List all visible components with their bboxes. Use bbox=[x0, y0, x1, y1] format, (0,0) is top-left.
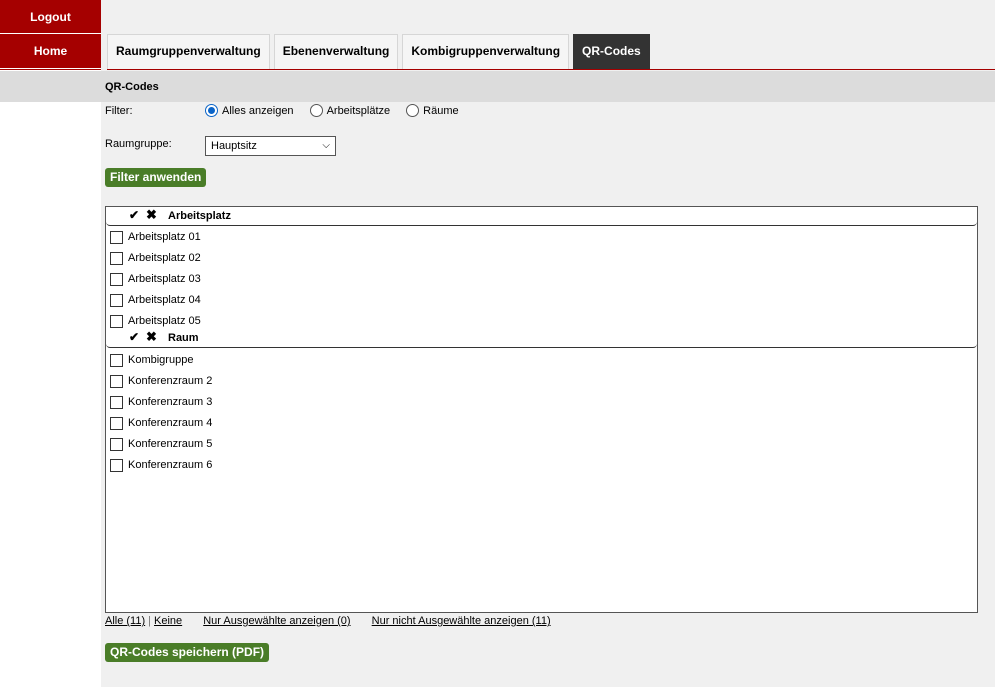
list-item-label: Konferenzraum 2 bbox=[128, 375, 213, 387]
list-item-label: Konferenzraum 6 bbox=[128, 459, 213, 471]
group-title: Arbeitsplatz bbox=[168, 210, 231, 222]
select-all-check-icon[interactable]: ✔ bbox=[129, 208, 139, 222]
select-all-check-icon[interactable]: ✔ bbox=[129, 330, 139, 344]
radio-alles-anzeigen[interactable]: Alles anzeigen bbox=[205, 104, 294, 117]
show-unselected-link[interactable]: Nur nicht Ausgewählte anzeigen (11) bbox=[372, 615, 551, 627]
radio-unchecked-icon bbox=[406, 104, 420, 117]
radio-unchecked-icon bbox=[309, 104, 323, 117]
raumgruppe-label: Raumgruppe: bbox=[105, 138, 172, 150]
top-bar bbox=[101, 0, 995, 34]
list-item-label: Arbeitsplatz 05 bbox=[128, 315, 201, 327]
home-button[interactable]: Home bbox=[0, 34, 101, 68]
checkbox[interactable] bbox=[110, 230, 123, 244]
list-item[interactable]: Arbeitsplatz 02 bbox=[110, 250, 201, 266]
list-item-label: Arbeitsplatz 03 bbox=[128, 273, 201, 285]
list-item-label: Arbeitsplatz 04 bbox=[128, 294, 201, 306]
list-item[interactable]: Arbeitsplatz 05 bbox=[110, 313, 201, 329]
list-item[interactable]: Konferenzraum 2 bbox=[110, 373, 212, 389]
list-item[interactable]: Arbeitsplatz 03 bbox=[110, 271, 201, 287]
show-selected-link[interactable]: Nur Ausgewählte anzeigen (0) bbox=[203, 615, 350, 627]
tab-raumgruppenverwaltung[interactable]: Raumgruppenverwaltung bbox=[107, 34, 270, 69]
left-column: Logout Home bbox=[0, 0, 101, 687]
radio-label: Arbeitsplätze bbox=[326, 104, 391, 117]
list-item-label: Konferenzraum 5 bbox=[128, 438, 213, 450]
list-item-label: Konferenzraum 3 bbox=[128, 396, 213, 408]
select-none-link[interactable]: Keine bbox=[154, 615, 182, 627]
checkbox[interactable] bbox=[110, 374, 123, 388]
radio-label: Räume bbox=[423, 104, 459, 117]
qr-selection-list: ✔ ✖ Arbeitsplatz Arbeitsplatz 01 Arbeits… bbox=[105, 206, 978, 613]
list-item-label: Konferenzraum 4 bbox=[128, 417, 213, 429]
checkbox[interactable] bbox=[110, 272, 123, 286]
list-item[interactable]: Arbeitsplatz 01 bbox=[110, 229, 201, 245]
list-item[interactable]: Konferenzraum 6 bbox=[110, 457, 212, 473]
checkbox[interactable] bbox=[110, 458, 123, 472]
selection-links: Alle (11) | Keine Nur Ausgewählte anzeigen… bbox=[105, 615, 551, 627]
page-title: QR-Codes bbox=[101, 71, 995, 102]
list-item[interactable]: Konferenzraum 3 bbox=[110, 394, 212, 410]
group-header-arbeitsplatz: ✔ ✖ Arbeitsplatz bbox=[106, 207, 977, 226]
save-qr-pdf-button[interactable]: QR-Codes speichern (PDF) bbox=[105, 643, 270, 662]
deselect-all-cross-icon[interactable]: ✖ bbox=[146, 329, 157, 345]
tab-underline bbox=[107, 69, 995, 70]
filter-apply-button[interactable]: Filter anwenden bbox=[105, 168, 207, 187]
main-area: Raumgruppenverwaltung Ebenenverwaltung K… bbox=[101, 0, 995, 687]
list-item-label: Kombigruppe bbox=[128, 354, 194, 366]
tab-qr-codes[interactable]: QR-Codes bbox=[573, 34, 650, 69]
tab-kombigruppenverwaltung[interactable]: Kombigruppenverwaltung bbox=[402, 34, 570, 69]
list-item[interactable]: Konferenzraum 5 bbox=[110, 436, 212, 452]
tab-bar: Raumgruppenverwaltung Ebenenverwaltung K… bbox=[107, 34, 654, 69]
logout-button[interactable]: Logout bbox=[0, 0, 101, 33]
checkbox[interactable] bbox=[110, 314, 123, 328]
list-item[interactable]: Kombigruppe bbox=[110, 352, 193, 368]
checkbox[interactable] bbox=[110, 437, 123, 451]
raumgruppe-select[interactable]: Hauptsitz ⌵ bbox=[205, 136, 336, 156]
filter-label: Filter: bbox=[105, 105, 133, 117]
list-item[interactable]: Konferenzraum 4 bbox=[110, 415, 212, 431]
group-title: Raum bbox=[168, 332, 199, 344]
list-item-label: Arbeitsplatz 02 bbox=[128, 252, 201, 264]
checkbox[interactable] bbox=[110, 395, 123, 409]
deselect-all-cross-icon[interactable]: ✖ bbox=[146, 207, 157, 223]
left-section-band bbox=[0, 71, 101, 102]
checkbox[interactable] bbox=[110, 293, 123, 307]
raumgruppe-value: Hauptsitz bbox=[211, 140, 257, 152]
radio-label: Alles anzeigen bbox=[222, 104, 294, 117]
link-separator: | bbox=[148, 615, 152, 627]
group-header-raum: ✔ ✖ Raum bbox=[106, 329, 977, 348]
checkbox[interactable] bbox=[110, 416, 123, 430]
tab-ebenenverwaltung[interactable]: Ebenenverwaltung bbox=[273, 34, 399, 69]
list-item-label: Arbeitsplatz 01 bbox=[128, 231, 201, 243]
select-all-link[interactable]: Alle (11) bbox=[105, 615, 145, 627]
radio-checked-icon bbox=[205, 104, 218, 117]
filter-radio-group: Alles anzeigen Arbeitsplätze Räume bbox=[205, 104, 475, 117]
chevron-down-icon: ⌵ bbox=[322, 140, 330, 151]
list-item[interactable]: Arbeitsplatz 04 bbox=[110, 292, 201, 308]
left-divider bbox=[0, 69, 101, 70]
checkbox[interactable] bbox=[110, 353, 123, 367]
checkbox[interactable] bbox=[110, 251, 123, 265]
radio-raeume[interactable]: Räume bbox=[406, 104, 459, 117]
radio-arbeitsplaetze[interactable]: Arbeitsplätze bbox=[309, 104, 391, 117]
